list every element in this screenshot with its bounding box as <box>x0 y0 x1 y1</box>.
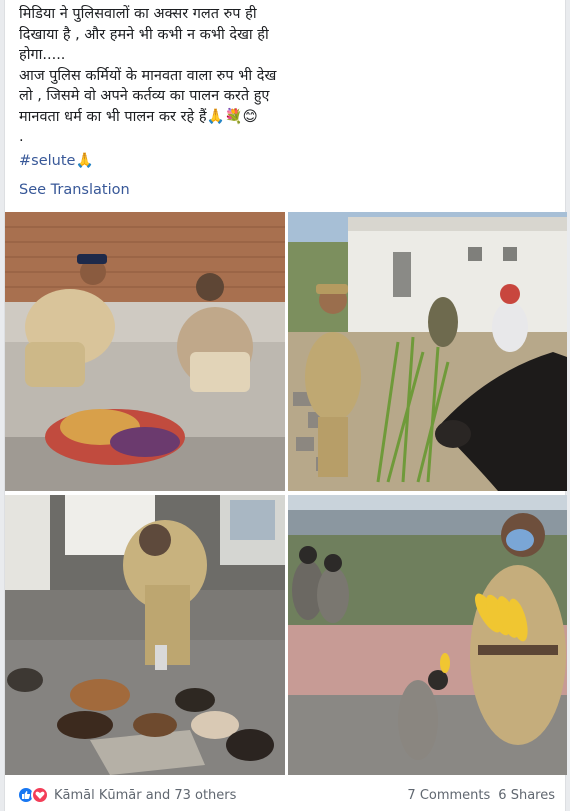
photo-2-image <box>288 212 567 491</box>
reactions-summary[interactable]: Kāmāl Kūmār and 73 others <box>17 786 236 804</box>
post-footer: Kāmāl Kūmār and 73 others 7 Comments 6 S… <box>5 778 567 811</box>
love-icon <box>31 786 49 804</box>
photo-policemen-feeding-cow[interactable] <box>288 212 567 491</box>
hashtag-link[interactable]: #selute🙏 <box>19 152 94 169</box>
post-text-line: मानवता धर्म का भी पालन कर रहे हैं🙏💐😊 <box>19 108 258 125</box>
photo-policeman-feeding-puppies[interactable] <box>5 495 285 775</box>
post-text-line: . <box>19 129 24 145</box>
post-text-line: आज पुलिस कर्मियों के मानवता वाला रुप भी … <box>19 67 277 84</box>
photo-policewoman-feeding-elderly-man[interactable] <box>5 212 285 491</box>
photo-grid <box>5 212 567 775</box>
reactors-text[interactable]: Kāmāl Kūmār and 73 others <box>54 788 236 803</box>
engagement-counts: 7 Comments 6 Shares <box>407 788 555 803</box>
post-text-line: होगा..... <box>19 47 66 63</box>
post-text-line: दिखाया है , और हमने भी कभी न कभी देखा ही <box>19 26 269 43</box>
shares-count[interactable]: 6 Shares <box>498 788 555 803</box>
photo-4-image <box>288 495 567 775</box>
photo-3-image <box>5 495 285 775</box>
post-text-line: मिडिया ने पुलिसवालों का अक्सर गलत रुप ही <box>19 6 257 22</box>
post-text: मिडिया ने पुलिसवालों का अक्सर गलत रुप ही… <box>19 4 559 148</box>
post-card: मिडिया ने पुलिसवालों का अक्सर गलत रुप ही… <box>4 0 567 811</box>
comments-count[interactable]: 7 Comments <box>407 788 490 803</box>
photo-policeman-feeding-monkeys[interactable] <box>288 495 567 775</box>
post-text-line: लो , जिसमे वो अपने कर्तव्य का पालन करते … <box>19 88 270 104</box>
photo-1-image <box>5 212 285 491</box>
see-translation-link[interactable]: See Translation <box>19 182 130 198</box>
